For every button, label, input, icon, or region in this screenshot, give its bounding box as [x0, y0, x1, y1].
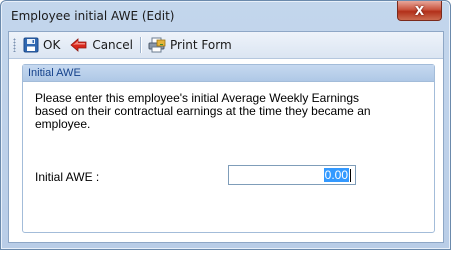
print-form-icon	[148, 37, 166, 53]
back-arrow-icon	[70, 37, 88, 53]
print-form-label: Print Form	[169, 38, 232, 52]
close-icon: X	[414, 3, 425, 18]
dialog-body: OK Cancel Print Form Initial AWE Please …	[8, 31, 444, 243]
initial-awe-input[interactable]: 0.00	[228, 165, 356, 185]
dialog-window: Employee initial AWE (Edit) X OK Cancel …	[0, 0, 451, 250]
cancel-button[interactable]: Cancel	[67, 34, 136, 56]
group-header: Initial AWE	[23, 65, 434, 82]
toolbar: OK Cancel Print Form	[9, 32, 443, 59]
save-icon	[23, 37, 39, 53]
ok-label: OK	[43, 38, 61, 52]
print-form-button[interactable]: Print Form	[145, 34, 235, 56]
window-title: Employee initial AWE (Edit)	[11, 9, 175, 23]
toolbar-separator	[139, 37, 141, 53]
text-caret	[350, 168, 351, 182]
instruction-text: Please enter this employee's initial Ave…	[35, 91, 371, 131]
ok-button[interactable]: OK	[20, 34, 63, 56]
cancel-label: Cancel	[92, 38, 133, 52]
title-bar[interactable]: Employee initial AWE (Edit) X	[1, 1, 450, 31]
close-button[interactable]: X	[397, 1, 442, 21]
toolbar-grip-icon[interactable]	[13, 38, 16, 52]
initial-awe-label: Initial AWE :	[35, 170, 100, 184]
initial-awe-value: 0.00	[323, 168, 349, 182]
initial-awe-group: Initial AWE Please enter this employee's…	[22, 64, 435, 233]
